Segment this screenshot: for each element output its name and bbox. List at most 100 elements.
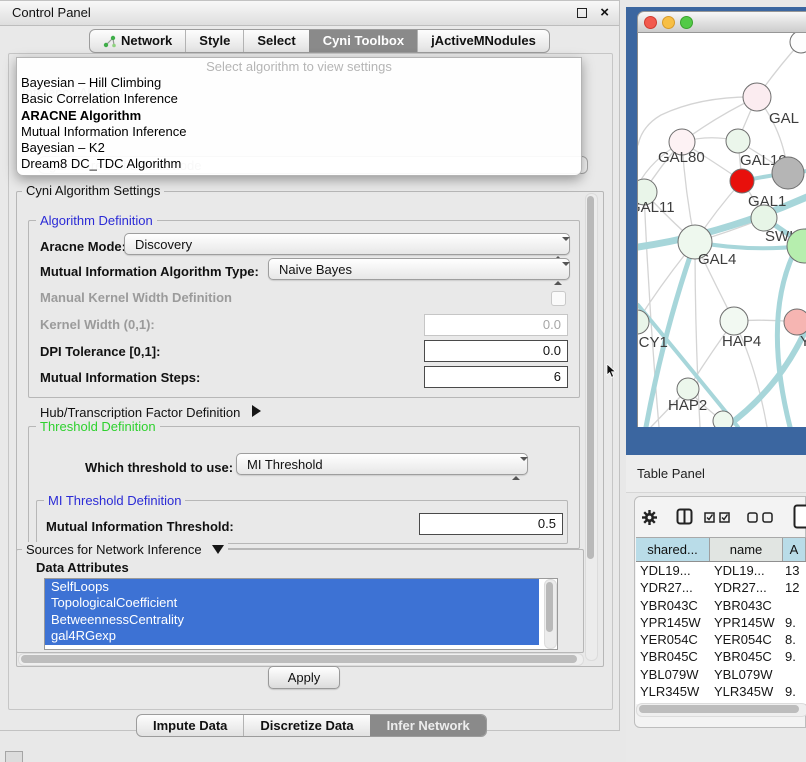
network-window-titlebar[interactable]	[637, 11, 806, 33]
table-hscroll-thumb[interactable]	[639, 705, 799, 713]
node-label-y: Y	[800, 333, 806, 350]
window-close-button[interactable]	[644, 16, 657, 29]
float-window-icon[interactable]	[577, 8, 587, 18]
tab-select[interactable]: Select	[243, 30, 308, 52]
algorithm-option-bayesian-hill-climbing[interactable]: Bayesian – Hill Climbing	[17, 75, 581, 91]
chevron-up-down-icon	[512, 458, 520, 470]
network-node-y[interactable]	[784, 309, 806, 335]
tab-network[interactable]: Network	[90, 30, 185, 52]
attribute-item-selfloops[interactable]: SelfLoops	[45, 579, 539, 595]
table-row[interactable]: YDR27...YDR27...12	[636, 579, 806, 596]
kernel-width-field[interactable]: 0.0	[424, 314, 568, 336]
table-cell: 13	[783, 562, 806, 579]
manual-kernel-checkbox[interactable]	[551, 291, 566, 306]
settings-horizontal-scrollbar[interactable]	[18, 653, 584, 666]
control-panel-titlebar[interactable]: Control Panel ×	[0, 1, 619, 26]
table-row[interactable]: YER054CYER054C8.	[636, 631, 806, 648]
tab-cyni-toolbox[interactable]: Cyni Toolbox	[309, 30, 417, 52]
network-node-gal[interactable]	[743, 83, 771, 111]
tab-discretize-data[interactable]: Discretize Data	[243, 715, 369, 736]
column-header-name[interactable]: name	[710, 538, 783, 561]
table-row[interactable]: YLR345WYLR345W9.	[636, 683, 806, 700]
tab-style[interactable]: Style	[185, 30, 243, 52]
sources-toggle[interactable]: Sources for Network Inference	[22, 542, 228, 557]
checked-checkboxes-icon[interactable]	[704, 512, 731, 523]
table-horizontal-scrollbar[interactable]	[636, 703, 806, 717]
which-threshold-value: MI Threshold	[247, 457, 323, 472]
sources-title: Sources for Network Inference	[26, 542, 202, 557]
column-header-shared[interactable]: shared...	[636, 538, 710, 561]
network-view-canvas[interactable]: GALGAL80GAL10GAL1SWI4GAL11GAL4GCY1HAP4YH…	[637, 33, 806, 427]
network-node-hap4[interactable]	[720, 307, 748, 335]
aracne-mode-combo[interactable]: Discovery	[124, 233, 570, 255]
table-row[interactable]: YPR145WYPR145W9.	[636, 614, 806, 631]
which-threshold-label: Which threshold to use:	[85, 460, 233, 475]
table-cell: YBR043C	[710, 597, 783, 614]
data-attributes-list[interactable]: SelfLoopsTopologicalCoefficientBetweenne…	[44, 578, 558, 650]
tab-impute-data[interactable]: Impute Data	[137, 715, 243, 736]
tab-jactivemnodules[interactable]: jActiveMNodules	[417, 30, 549, 52]
column-header-a[interactable]: A	[783, 538, 806, 561]
settings-vscroll-thumb[interactable]	[587, 196, 594, 559]
table-panel-title: Table Panel	[637, 455, 705, 492]
attributes-vscroll-thumb[interactable]	[546, 582, 553, 632]
settings-hscroll-thumb[interactable]	[21, 655, 577, 663]
apply-button[interactable]: Apply	[268, 666, 340, 689]
gear-icon[interactable]	[641, 509, 658, 526]
window-zoom-button[interactable]	[680, 16, 693, 29]
node-table[interactable]: shared...nameAYDL19...YDL19...13YDR27...…	[636, 537, 806, 704]
attribute-item-topologicalcoefficient[interactable]: TopologicalCoefficient	[45, 595, 539, 611]
network-node-gal10[interactable]	[726, 129, 750, 153]
network-node[interactable]	[713, 411, 733, 427]
table-row[interactable]: YBR043CYBR043C	[636, 597, 806, 614]
attribute-item-betweennesscentrality[interactable]: BetweennessCentrality	[45, 612, 539, 628]
manual-kernel-label: Manual Kernel Width Definition	[40, 290, 232, 305]
algorithm-option-dream8-dc-tdc-algorithm[interactable]: Dream8 DC_TDC Algorithm	[17, 156, 581, 172]
dpi-tolerance-field[interactable]: 0.0	[424, 340, 568, 362]
unchecked-checkboxes-icon[interactable]	[747, 512, 774, 523]
tab-label: Network	[121, 30, 172, 52]
document-icon[interactable]	[793, 504, 806, 529]
settings-vertical-scrollbar[interactable]	[585, 193, 598, 661]
close-window-icon[interactable]: ×	[600, 4, 609, 21]
mi-type-combo[interactable]: Naive Bayes	[268, 258, 570, 280]
table-row[interactable]: YDL19...YDL19...13	[636, 562, 806, 579]
table-cell: 12	[783, 579, 806, 596]
tab-label: Cyni Toolbox	[323, 30, 404, 52]
hub-definition-toggle[interactable]: Hub/Transcription Factor Definition	[40, 405, 261, 420]
network-node[interactable]	[790, 33, 806, 53]
control-panel-title: Control Panel	[12, 1, 91, 25]
table-cell: YDR27...	[636, 579, 710, 596]
mi-threshold-label: Mutual Information Threshold:	[46, 519, 234, 534]
mi-steps-field[interactable]: 6	[424, 366, 568, 388]
network-node[interactable]	[772, 157, 804, 189]
split-view-icon[interactable]	[676, 508, 693, 525]
node-label-hap2: HAP2	[668, 397, 707, 414]
data-attributes-label: Data Attributes	[36, 560, 129, 575]
algorithm-dropdown-placeholder: Select algorithm to view settings	[17, 58, 581, 75]
table-cell: YBR045C	[636, 648, 710, 665]
algorithm-option-mutual-information-inference[interactable]: Mutual Information Inference	[17, 124, 581, 140]
table-cell: YDL19...	[636, 562, 710, 579]
table-cell: 9.	[783, 648, 806, 665]
collapsed-panel-handle[interactable]	[5, 751, 23, 762]
table-row[interactable]: YBR045CYBR045C9.	[636, 648, 806, 665]
algorithm-option-bayesian-k2[interactable]: Bayesian – K2	[17, 140, 581, 156]
network-node-gal1[interactable]	[730, 169, 754, 193]
which-threshold-combo[interactable]: MI Threshold	[236, 453, 528, 475]
table-cell: YBL079W	[710, 666, 783, 683]
dpi-tolerance-label: DPI Tolerance [0,1]:	[40, 344, 160, 359]
algorithm-option-aracne-algorithm[interactable]: ARACNE Algorithm	[17, 108, 581, 124]
algorithm-option-basic-correlation-inference[interactable]: Basic Correlation Inference	[17, 91, 581, 107]
attribute-item-gal4rgexp[interactable]: gal4RGexp	[45, 628, 539, 644]
expand-arrow-icon[interactable]	[252, 405, 261, 417]
algorithm-definition-title: Algorithm Definition	[36, 213, 157, 228]
tab-infer-network[interactable]: Infer Network	[370, 715, 486, 736]
network-graph[interactable]: GALGAL80GAL10GAL1SWI4GAL11GAL4GCY1HAP4YH…	[638, 33, 806, 427]
node-label-gal80: GAL80	[658, 149, 705, 166]
attributes-vertical-scrollbar[interactable]	[544, 579, 557, 649]
table-row[interactable]: YBL079WYBL079W	[636, 666, 806, 683]
collapse-arrow-icon[interactable]	[212, 545, 224, 554]
window-minimize-button[interactable]	[662, 16, 675, 29]
mi-threshold-field[interactable]: 0.5	[419, 513, 563, 535]
